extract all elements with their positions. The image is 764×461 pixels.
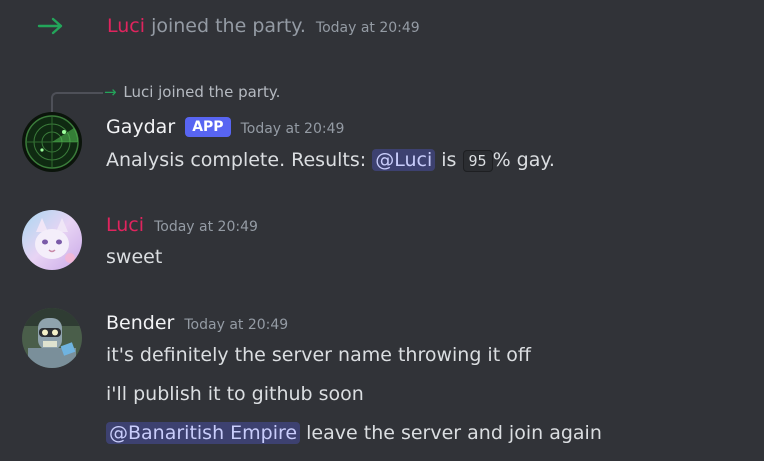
join-text: joined the party.: [151, 15, 306, 37]
luci-message: sweet: [106, 246, 163, 268]
gaydar-text-before: Analysis complete. Results:: [106, 149, 367, 171]
luci-mention[interactable]: @Luci: [372, 149, 436, 171]
app-tag: APP: [185, 117, 231, 137]
reply-arrow-icon: →: [104, 83, 117, 101]
join-arrow-icon: [36, 13, 66, 39]
bender-header: Bender Today at 20:49: [106, 310, 288, 338]
luci-timestamp[interactable]: Today at 20:49: [154, 219, 258, 235]
luci-avatar[interactable]: [22, 210, 82, 270]
gaydar-text-mid: is: [441, 149, 457, 171]
reply-reference[interactable]: → Luci joined the party.: [104, 81, 280, 103]
bender-line-3-text: leave the server and join again: [306, 422, 602, 444]
bender-message-line-2: i'll publish it to github soon: [106, 383, 364, 405]
gaydar-author[interactable]: Gaydar: [106, 116, 175, 138]
banaritish-empire-mention[interactable]: @Banaritish Empire: [106, 422, 301, 444]
reply-reference-text: Luci joined the party.: [123, 83, 281, 101]
join-timestamp[interactable]: Today at 20:49: [316, 20, 420, 36]
gaydar-avatar[interactable]: [22, 112, 82, 172]
bender-message-line-1: it's definitely the server name throwing…: [106, 344, 531, 366]
gaydar-message: Analysis complete. Results: @Luci is 95%…: [106, 147, 555, 174]
join-message: Luci joined the party. Today at 20:49: [107, 13, 420, 41]
reply-spine: [51, 92, 103, 112]
bender-message-line-3: @Banaritish Empire leave the server and …: [106, 420, 602, 446]
gaydar-header: Gaydar APP Today at 20:49: [106, 114, 344, 142]
luci-author[interactable]: Luci: [106, 214, 144, 236]
bender-avatar[interactable]: [22, 308, 82, 368]
gaydar-text-after: % gay.: [492, 149, 555, 171]
bender-author[interactable]: Bender: [106, 312, 174, 334]
bender-timestamp[interactable]: Today at 20:49: [184, 317, 288, 333]
gaydar-timestamp[interactable]: Today at 20:49: [241, 121, 345, 137]
luci-header: Luci Today at 20:49: [106, 212, 258, 240]
join-username[interactable]: Luci: [107, 15, 145, 37]
result-value-code: 95: [462, 150, 493, 172]
